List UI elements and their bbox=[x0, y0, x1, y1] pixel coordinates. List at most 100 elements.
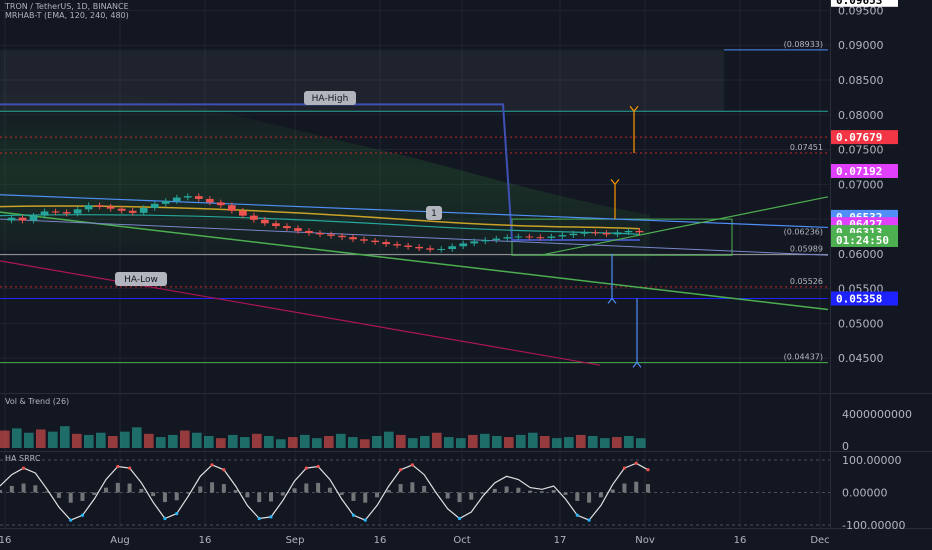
volume-bar bbox=[396, 434, 406, 448]
osc-histogram-bar bbox=[587, 492, 592, 503]
osc-extreme-dot bbox=[128, 466, 132, 470]
volume-bar bbox=[540, 436, 550, 448]
candle-body bbox=[514, 236, 523, 238]
volume-bar bbox=[348, 437, 358, 448]
osc-extreme-dot bbox=[210, 463, 214, 467]
volume-bar bbox=[204, 436, 214, 448]
osc-histogram-bar bbox=[21, 483, 26, 493]
volume-bar bbox=[0, 430, 10, 448]
osc-extreme-dot bbox=[21, 466, 26, 470]
ha-high-callout: HA-High bbox=[312, 94, 349, 104]
osc-histogram-bar bbox=[127, 483, 132, 493]
candle-body bbox=[216, 202, 225, 206]
osc-extreme-dot bbox=[163, 516, 167, 521]
price-tag: 0.09653 bbox=[836, 0, 882, 7]
candle-body bbox=[40, 211, 49, 216]
osc-histogram-bar bbox=[33, 485, 38, 493]
volume-bar bbox=[588, 436, 598, 448]
price-tick-label: 0.07000 bbox=[838, 178, 884, 191]
volume-bar bbox=[576, 434, 586, 448]
candle-body bbox=[393, 244, 401, 246]
volume-bar bbox=[624, 436, 634, 448]
volume-bar bbox=[600, 438, 610, 448]
candle-body bbox=[250, 215, 258, 220]
candle-body bbox=[139, 207, 148, 213]
candle-body bbox=[481, 239, 490, 242]
volume-bar bbox=[456, 438, 466, 448]
volume-bar bbox=[12, 428, 22, 448]
volume-bar bbox=[420, 436, 430, 448]
osc-histogram-bar bbox=[210, 482, 215, 493]
candle-body bbox=[415, 246, 424, 249]
candle-body bbox=[283, 226, 291, 229]
volume-bar bbox=[216, 438, 226, 448]
osc-histogram-bar bbox=[233, 490, 238, 493]
osc-histogram-bar bbox=[398, 484, 403, 493]
time-tick-label: 16 bbox=[734, 535, 747, 546]
osc-extreme-dot bbox=[634, 461, 638, 465]
candle-body bbox=[205, 198, 214, 203]
volume-bar bbox=[468, 434, 478, 448]
candle-body bbox=[459, 243, 468, 247]
chart-canvas[interactable]: 0.095000.090000.085000.080000.075000.070… bbox=[0, 0, 932, 550]
candle-body bbox=[547, 236, 556, 238]
osc-extreme-dot bbox=[269, 515, 273, 519]
trading-chart[interactable]: 0.09500 0.09000 0.08500 0.08000 0.07500 0.070… bbox=[0, 0, 932, 550]
osc-histogram-bar bbox=[115, 482, 120, 493]
candle-body bbox=[426, 248, 435, 250]
candle-body bbox=[536, 237, 545, 239]
volume-bar bbox=[312, 438, 322, 448]
volume-bar bbox=[144, 433, 154, 448]
volume-bar bbox=[120, 431, 130, 448]
osc-extreme-dot bbox=[80, 513, 85, 517]
candle-body bbox=[150, 203, 159, 208]
time-tick-label: 16 bbox=[0, 535, 11, 546]
volume-bar bbox=[156, 437, 166, 448]
osc-histogram-bar bbox=[610, 489, 615, 493]
osc-histogram-bar bbox=[492, 488, 497, 493]
volume-bar bbox=[276, 439, 286, 448]
volume-bar bbox=[240, 437, 250, 448]
candle-body bbox=[106, 206, 115, 209]
level-label: (0.08933) bbox=[784, 40, 823, 49]
volume-bar bbox=[492, 436, 502, 448]
symbol-title: TRON / TetherUS, 1D, BINANCE bbox=[5, 2, 129, 11]
candle-body bbox=[613, 232, 622, 235]
osc-extreme-dot bbox=[622, 466, 627, 470]
level-label: 0.05526 bbox=[790, 277, 823, 286]
volume-tick-label: 0 bbox=[842, 440, 849, 453]
volume-bar bbox=[48, 431, 58, 448]
volume-bar bbox=[264, 436, 274, 448]
pane-divider bbox=[0, 451, 932, 452]
volume-bar bbox=[72, 433, 82, 448]
candle-body bbox=[18, 217, 27, 221]
candle-body bbox=[349, 237, 357, 240]
osc-extreme-dot bbox=[257, 516, 261, 521]
candle-body bbox=[569, 233, 578, 236]
candle-body bbox=[95, 205, 104, 207]
osc-histogram-bar bbox=[92, 492, 97, 495]
candle-body bbox=[261, 219, 269, 224]
volume-bar bbox=[324, 436, 334, 448]
time-tick-label: 16 bbox=[199, 535, 212, 546]
osc-histogram-bar bbox=[445, 492, 450, 499]
volume-bar bbox=[480, 433, 490, 448]
pane-divider bbox=[0, 393, 932, 394]
candle-body bbox=[73, 209, 82, 214]
osc-histogram-bar bbox=[351, 492, 356, 501]
candle-body bbox=[448, 246, 457, 250]
volume-bar bbox=[528, 432, 538, 448]
candle-body bbox=[316, 233, 324, 235]
osc-histogram-bar bbox=[622, 483, 627, 493]
candle-body bbox=[338, 235, 346, 238]
volume-bar bbox=[360, 439, 370, 448]
osc-histogram-bar bbox=[575, 492, 580, 501]
osc-histogram-bar bbox=[551, 490, 556, 493]
osc-histogram-bar bbox=[68, 492, 73, 503]
volume-bar bbox=[192, 432, 202, 448]
osc-extreme-dot bbox=[69, 518, 73, 522]
candle-body bbox=[227, 205, 236, 211]
time-tick-label: 16 bbox=[374, 535, 387, 546]
price-tick-label: 0.08500 bbox=[838, 74, 884, 87]
osc-histogram-bar bbox=[304, 483, 309, 493]
